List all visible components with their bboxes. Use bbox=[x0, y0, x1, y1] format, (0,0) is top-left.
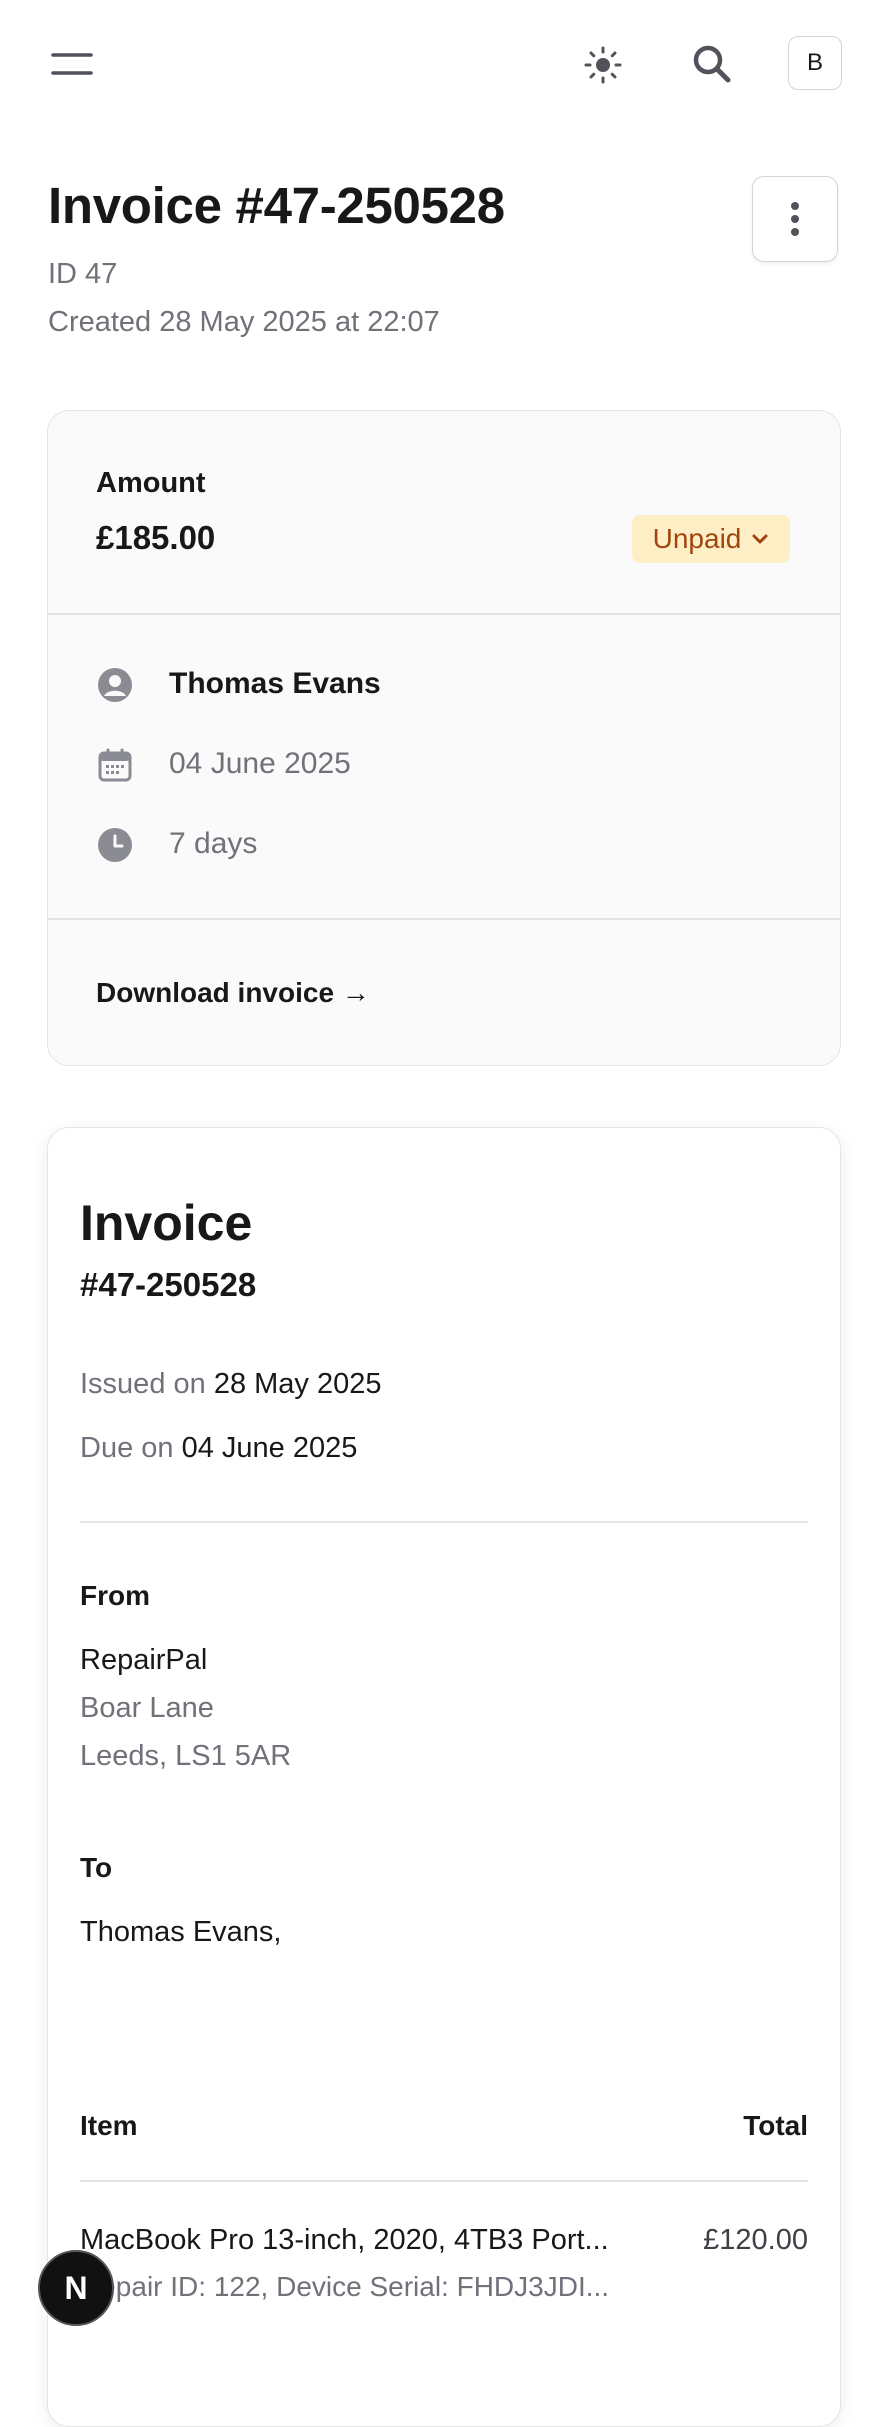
due-on: Due on 04 June 2025 bbox=[80, 1432, 357, 1465]
invoice-document: Invoice #47-250528 Issued on 28 May 2025… bbox=[47, 1127, 841, 2427]
amount-value: £185.00 bbox=[96, 519, 216, 556]
item-title: MacBook Pro 13-inch, 2020, 4TB3 Port... bbox=[80, 2224, 609, 2256]
from-address-line2: Leeds, LS1 5AR bbox=[80, 1740, 292, 1772]
divider bbox=[80, 2180, 808, 2182]
due-date: 04 June 2025 bbox=[169, 747, 351, 780]
payment-terms: 7 days bbox=[169, 827, 258, 860]
chevron-down-icon bbox=[752, 534, 768, 544]
column-header-item: Item bbox=[80, 2110, 138, 2141]
invoice-id: ID 47 bbox=[48, 258, 118, 290]
item-subtitle: Repair ID: 122, Device Serial: FHDJ3JDI.… bbox=[80, 2271, 610, 2302]
customer-name: Thomas Evans bbox=[169, 667, 381, 700]
to-label: To bbox=[80, 1852, 113, 1883]
more-options-button[interactable] bbox=[752, 176, 838, 262]
dev-tools-button[interactable]: N bbox=[38, 2250, 114, 2326]
issued-date: 28 May 2025 bbox=[213, 1368, 382, 1400]
issued-label: Issued on bbox=[80, 1368, 206, 1400]
due-date-value: 04 June 2025 bbox=[181, 1432, 358, 1464]
search-button[interactable] bbox=[686, 38, 738, 90]
n-logo-icon: N bbox=[64, 2269, 88, 2306]
calendar-icon bbox=[98, 748, 132, 782]
from-address-line1: Boar Lane bbox=[80, 1692, 214, 1724]
due-label: Due on bbox=[80, 1432, 174, 1464]
status-dropdown[interactable]: Unpaid bbox=[632, 515, 790, 563]
vertical-dots-icon bbox=[791, 202, 799, 236]
menu-button[interactable] bbox=[44, 40, 100, 88]
issued-on: Issued on 28 May 2025 bbox=[80, 1368, 382, 1401]
search-icon bbox=[693, 45, 731, 83]
from-company: RepairPal bbox=[80, 1644, 208, 1676]
invoice-heading: Invoice bbox=[80, 1195, 253, 1251]
divider bbox=[80, 1521, 808, 1523]
hamburger-icon bbox=[51, 53, 93, 75]
sun-icon bbox=[584, 46, 622, 84]
user-avatar-button[interactable]: B bbox=[788, 36, 842, 90]
download-invoice-link[interactable]: Download invoice → bbox=[96, 977, 370, 1009]
top-bar: B bbox=[0, 0, 888, 128]
created-timestamp: Created 28 May 2025 at 22:07 bbox=[48, 306, 440, 338]
amount-label: Amount bbox=[96, 467, 206, 499]
user-circle-icon bbox=[98, 668, 132, 702]
status-label: Unpaid bbox=[652, 523, 742, 554]
item-total: £120.00 bbox=[703, 2224, 808, 2256]
page-title: Invoice #47-250528 bbox=[48, 177, 505, 234]
to-name: Thomas Evans, bbox=[80, 1916, 282, 1948]
clock-icon bbox=[98, 828, 132, 862]
column-header-total: Total bbox=[743, 2110, 808, 2141]
table-row: MacBook Pro 13-inch, 2020, 4TB3 Port... … bbox=[80, 2224, 640, 2303]
divider bbox=[48, 918, 840, 920]
theme-toggle-button[interactable] bbox=[578, 40, 628, 90]
divider bbox=[48, 613, 840, 615]
from-label: From bbox=[80, 1580, 150, 1611]
invoice-summary-card: Amount £185.00 Unpaid Thomas Evans 04 Ju… bbox=[47, 410, 841, 1066]
invoice-number: #47-250528 bbox=[80, 1266, 257, 1303]
